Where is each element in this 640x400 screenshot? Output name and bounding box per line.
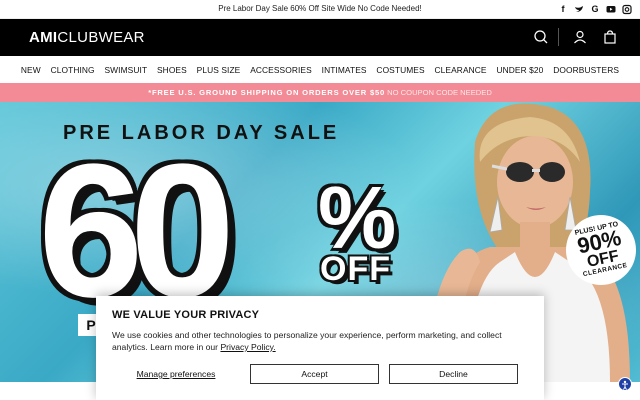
site-logo[interactable]: AMICLUBWEAR <box>29 29 145 46</box>
youtube-icon[interactable] <box>606 3 616 15</box>
nav-item-plus-size[interactable]: PLUS SIZE <box>197 65 241 75</box>
nav-item-under-20[interactable]: UNDER $20 <box>496 65 543 75</box>
header-icons <box>520 28 619 46</box>
google-icon[interactable]: G <box>590 3 600 15</box>
decline-button[interactable]: Decline <box>389 364 518 384</box>
nav-item-doorbusters[interactable]: DOORBUSTERS <box>553 65 619 75</box>
nav-item-accessories[interactable]: ACCESSORIES <box>250 65 312 75</box>
nav-item-new[interactable]: NEW <box>21 65 41 75</box>
site-header: AMICLUBWEAR <box>0 19 640 56</box>
promo-light-text: NO COUPON CODE NEEDED <box>387 88 492 97</box>
promo-bold-text: *FREE U.S. GROUND SHIPPING ON ORDERS OVE… <box>148 88 386 97</box>
facebook-icon[interactable]: f <box>558 3 568 15</box>
announcement-bar: Pre Labor Day Sale 60% Off Site Wide No … <box>0 0 640 19</box>
nav-item-clearance[interactable]: CLEARANCE <box>435 65 487 75</box>
hero-off-text: OFF <box>320 250 391 288</box>
privacy-actions: Manage preferences Accept Decline <box>112 364 528 384</box>
nav-item-clothing[interactable]: CLOTHING <box>51 65 95 75</box>
accessibility-icon[interactable] <box>618 377 632 391</box>
nav-item-swimsuit[interactable]: SWIMSUIT <box>104 65 147 75</box>
nav-item-intimates[interactable]: INTIMATES <box>322 65 367 75</box>
nav-item-costumes[interactable]: COSTUMES <box>376 65 424 75</box>
instagram-icon[interactable] <box>622 3 632 15</box>
user-icon[interactable] <box>571 28 589 46</box>
main-nav: NEW CLOTHING SWIMSUIT SHOES PLUS SIZE AC… <box>0 56 640 83</box>
nav-item-shoes[interactable]: SHOES <box>157 65 187 75</box>
announcement-text[interactable]: Pre Labor Day Sale 60% Off Site Wide No … <box>0 4 640 13</box>
header-divider <box>558 28 559 46</box>
shipping-promo-banner[interactable]: *FREE U.S. GROUND SHIPPING ON ORDERS OVE… <box>0 83 640 102</box>
twitter-icon[interactable] <box>574 3 584 15</box>
manage-preferences-link[interactable]: Manage preferences <box>112 369 240 379</box>
privacy-body: We use cookies and other technologies to… <box>112 329 528 353</box>
social-links: f G <box>558 3 632 15</box>
privacy-policy-link[interactable]: Privacy Policy. <box>220 342 275 352</box>
privacy-title: WE VALUE YOUR PRIVACY <box>112 309 260 321</box>
privacy-body-text: We use cookies and other technologies to… <box>112 330 502 352</box>
logo-bold: AMI <box>29 29 58 46</box>
logo-light: CLUBWEAR <box>57 29 145 46</box>
accept-button[interactable]: Accept <box>250 364 379 384</box>
search-icon[interactable] <box>532 28 550 46</box>
cart-icon[interactable] <box>601 28 619 46</box>
privacy-consent-dialog: WE VALUE YOUR PRIVACY We use cookies and… <box>96 296 544 400</box>
hero-percent-sign: % <box>318 168 397 267</box>
